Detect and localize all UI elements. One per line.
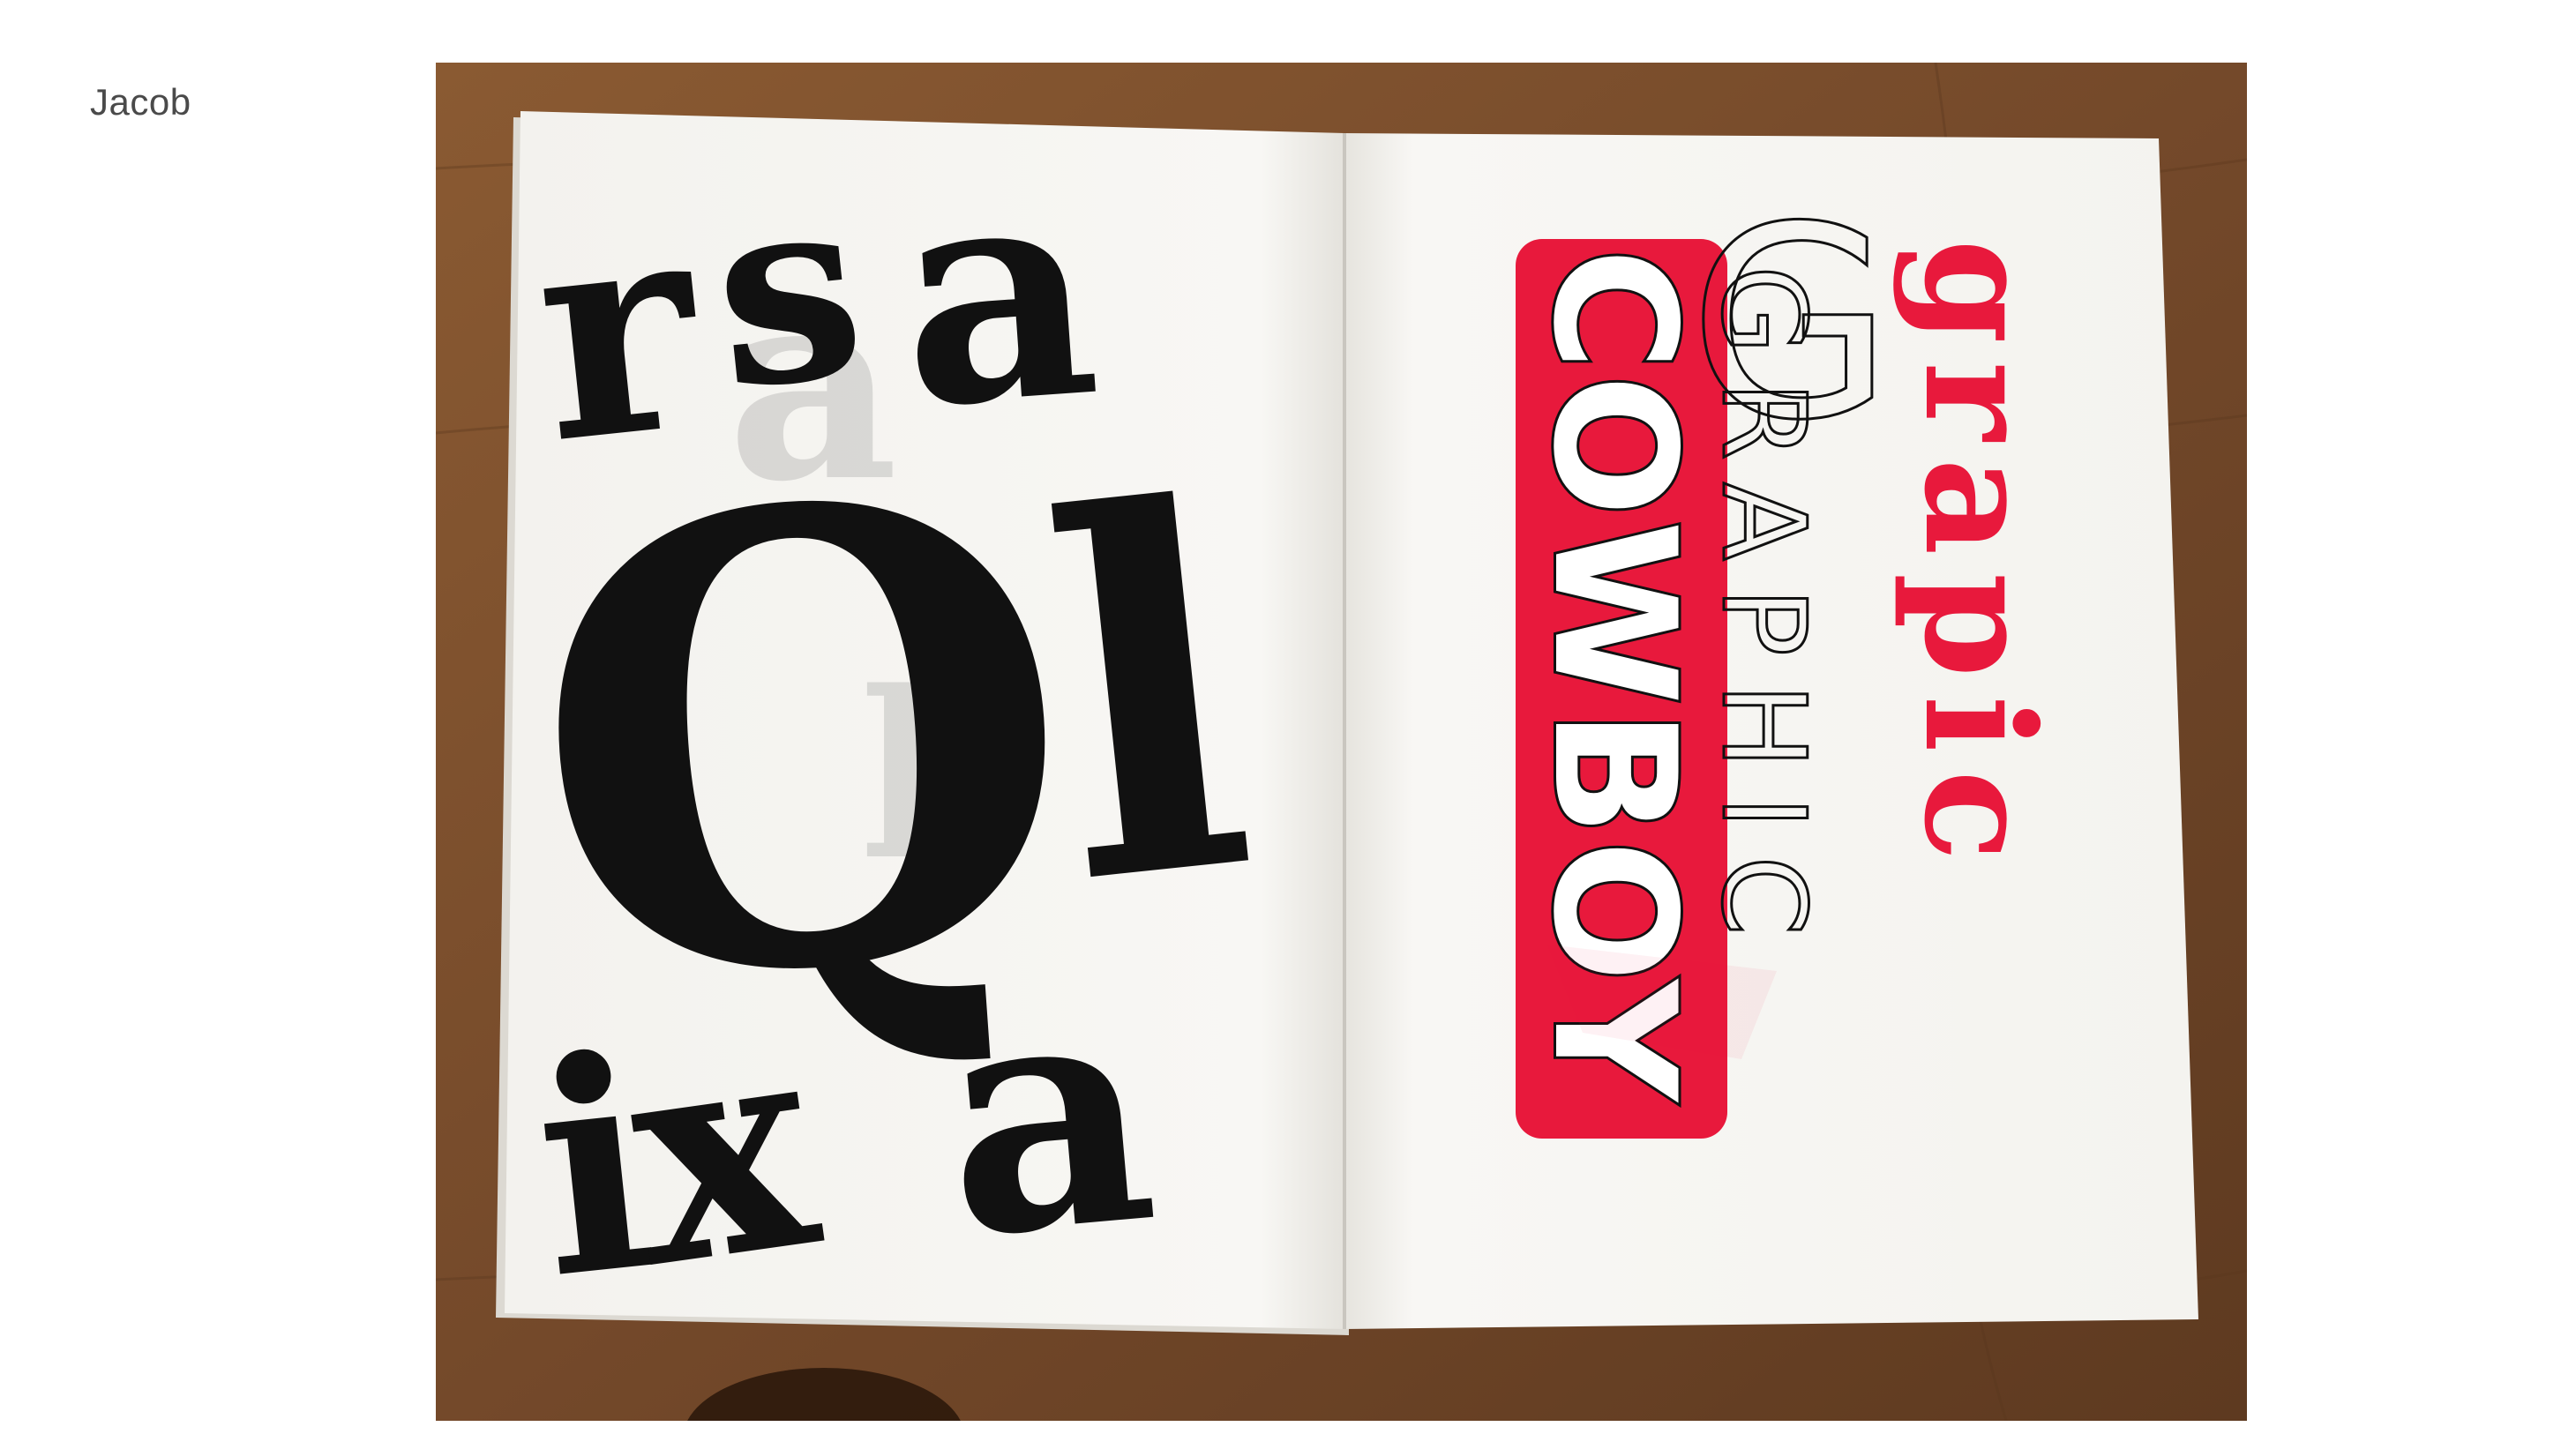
slide: Jacob a l r s a Q l i x a COWBOY GRAPHIC… (0, 0, 2576, 1449)
grapic-red-text: grapic (1891, 239, 2067, 879)
sketchbook-photo-svg: a l r s a Q l i x a COWBOY GRAPHIC G gra… (436, 63, 2247, 1421)
author-name: Jacob (90, 81, 191, 123)
grapic-red-word: grapic (1891, 239, 2067, 879)
letter-a-lower: a (930, 919, 1167, 1309)
sketchbook-photo: a l r s a Q l i x a COWBOY GRAPHIC G gra… (436, 63, 2247, 1421)
graphic-big-G: G (1689, 170, 1893, 478)
